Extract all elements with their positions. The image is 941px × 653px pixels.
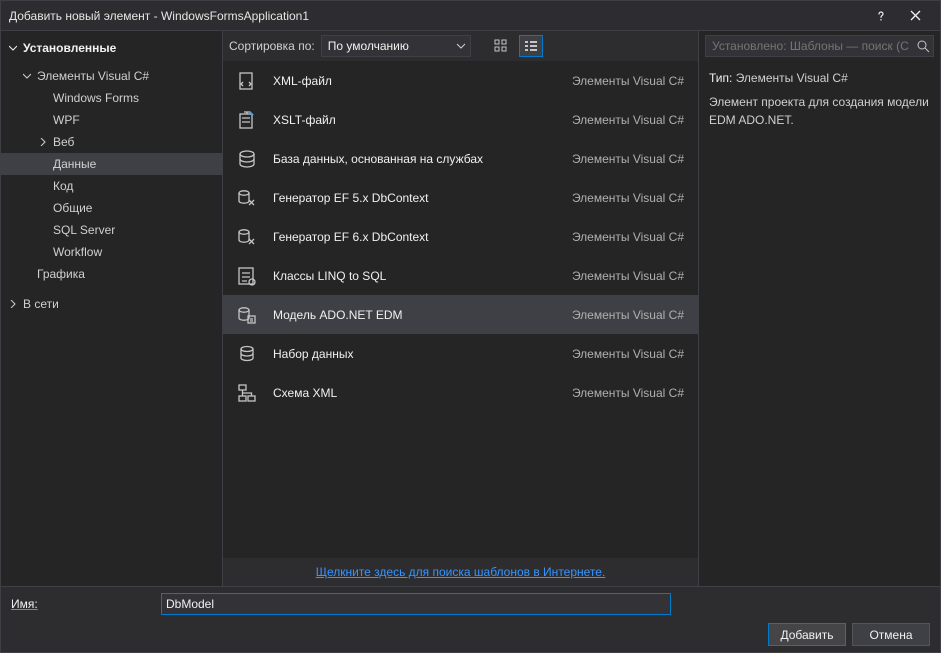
template-name: XML-файл [273, 74, 572, 88]
template-category: Элементы Visual C# [572, 308, 684, 322]
xsd-icon [233, 379, 261, 407]
sort-dropdown[interactable]: По умолчанию [321, 35, 471, 57]
chevron-down-icon [7, 42, 19, 54]
window-title: Добавить новый элемент - WindowsFormsApp… [9, 9, 864, 23]
titlebar: Добавить новый элемент - WindowsFormsApp… [1, 1, 940, 31]
template-category: Элементы Visual C# [572, 152, 684, 166]
online-search-link[interactable]: Щелкните здесь для поиска шаблонов в Инт… [316, 565, 606, 579]
linq-icon [233, 262, 261, 290]
online-search-link-row: Щелкните здесь для поиска шаблонов в Инт… [223, 558, 698, 586]
view-small-list[interactable] [519, 35, 543, 57]
tree-general[interactable]: Общие [1, 197, 222, 219]
template-list: XML-файлЭлементы Visual C#XSLT-файлЭлеме… [223, 61, 698, 558]
tree-workflow[interactable]: Workflow [1, 241, 222, 263]
cancel-button[interactable]: Отмена [852, 623, 930, 646]
tree-installed[interactable]: Установленные [1, 37, 222, 59]
tree-visual-csharp[interactable]: Элементы Visual C# [1, 65, 222, 87]
template-category: Элементы Visual C# [572, 191, 684, 205]
chevron-right-icon [7, 298, 19, 310]
sort-value: По умолчанию [328, 39, 409, 53]
search-input[interactable] [705, 35, 934, 57]
template-name: Генератор EF 6.x DbContext [273, 230, 572, 244]
tree-wpf[interactable]: WPF [1, 109, 222, 131]
template-name: База данных, основанная на службах [273, 152, 572, 166]
edm-icon [233, 301, 261, 329]
template-row[interactable]: База данных, основанная на службахЭлемен… [223, 139, 698, 178]
template-name: Генератор EF 5.x DbContext [273, 191, 572, 205]
chevron-down-icon [21, 70, 33, 82]
template-name: Модель ADO.NET EDM [273, 308, 572, 322]
search-icon [917, 40, 930, 56]
tree-label: Общие [53, 201, 92, 215]
tree-graphics[interactable]: Графика [1, 263, 222, 285]
template-row[interactable]: Генератор EF 6.x DbContextЭлементы Visua… [223, 217, 698, 256]
tree-label: Workflow [53, 245, 102, 259]
tree-label: Веб [53, 135, 74, 149]
description-panel: Тип: Элементы Visual C# Элемент проекта … [699, 61, 940, 137]
template-category: Элементы Visual C# [572, 386, 684, 400]
add-button[interactable]: Добавить [768, 623, 846, 646]
template-name: Схема XML [273, 386, 572, 400]
template-row[interactable]: XSLT-файлЭлементы Visual C# [223, 100, 698, 139]
tree-online[interactable]: В сети [1, 293, 222, 315]
help-button[interactable] [864, 3, 898, 29]
sort-label: Сортировка по: [229, 39, 315, 53]
tree-code[interactable]: Код [1, 175, 222, 197]
tree-label: Windows Forms [53, 91, 139, 105]
template-row[interactable]: XML-файлЭлементы Visual C# [223, 61, 698, 100]
sort-toolbar: Сортировка по: По умолчанию [223, 31, 698, 61]
template-row[interactable]: Схема XMLЭлементы Visual C# [223, 373, 698, 412]
template-name: Классы LINQ to SQL [273, 269, 572, 283]
xml-icon [233, 67, 261, 95]
tree-label: Код [53, 179, 73, 193]
tree-label: SQL Server [53, 223, 115, 237]
tree-label: Графика [37, 267, 85, 281]
tree-web[interactable]: Веб [1, 131, 222, 153]
template-category: Элементы Visual C# [572, 113, 684, 127]
tree-label: WPF [53, 113, 80, 127]
tree-data[interactable]: Данные [1, 153, 222, 175]
close-button[interactable] [898, 3, 932, 29]
chevron-down-icon [456, 40, 466, 54]
tree-label: Данные [53, 157, 96, 171]
template-category: Элементы Visual C# [572, 269, 684, 283]
xslt-icon [233, 106, 261, 134]
name-input[interactable] [161, 593, 671, 615]
category-tree: Установленные Элементы Visual C# Windows… [1, 31, 223, 586]
template-row[interactable]: Набор данныхЭлементы Visual C# [223, 334, 698, 373]
template-name: Набор данных [273, 347, 572, 361]
tree-label: Элементы Visual C# [37, 69, 149, 83]
template-category: Элементы Visual C# [572, 347, 684, 361]
template-row[interactable]: Генератор EF 5.x DbContextЭлементы Visua… [223, 178, 698, 217]
chevron-right-icon [37, 136, 49, 148]
db-icon [233, 145, 261, 173]
template-category: Элементы Visual C# [572, 74, 684, 88]
list-icon [524, 39, 538, 53]
ef-icon [233, 223, 261, 251]
desc-text: Элемент проекта для создания модели EDM … [709, 93, 930, 129]
ef-icon [233, 184, 261, 212]
grid-icon [494, 39, 508, 53]
template-row[interactable]: Классы LINQ to SQLЭлементы Visual C# [223, 256, 698, 295]
view-medium-icons[interactable] [489, 35, 513, 57]
tree-label: Установленные [23, 41, 116, 55]
template-name: XSLT-файл [273, 113, 572, 127]
template-row[interactable]: Модель ADO.NET EDMЭлементы Visual C# [223, 295, 698, 334]
tree-windows-forms[interactable]: Windows Forms [1, 87, 222, 109]
template-category: Элементы Visual C# [572, 230, 684, 244]
tree-sqlserver[interactable]: SQL Server [1, 219, 222, 241]
desc-type-value: Элементы Visual C# [736, 71, 848, 85]
tree-label: В сети [23, 297, 59, 311]
dataset-icon [233, 340, 261, 368]
name-label: Имя: [11, 597, 151, 611]
desc-type-label: Тип: [709, 71, 732, 85]
